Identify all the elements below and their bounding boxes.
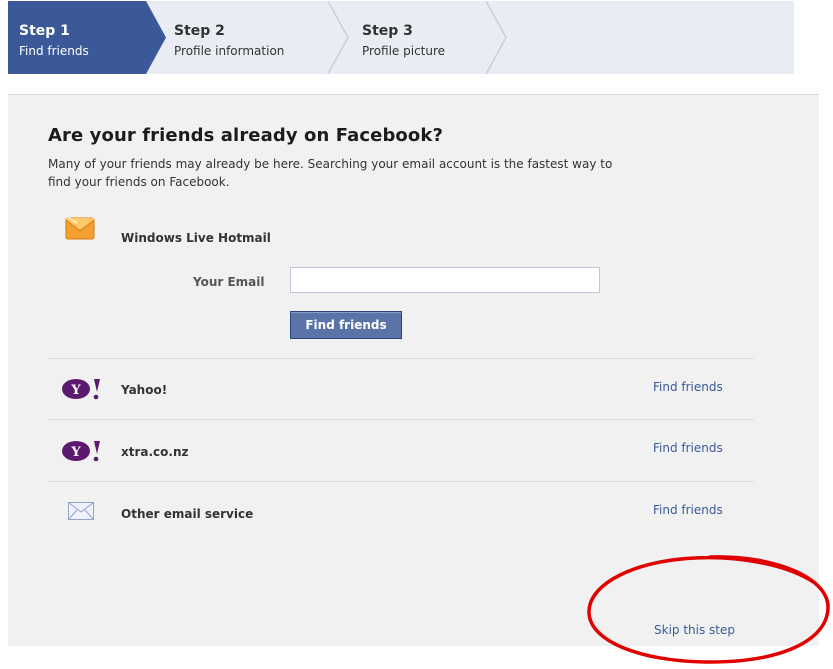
step-2-label: Profile information [174,44,285,58]
other-find-friends-link[interactable]: Find friends [653,503,723,517]
step-3-number: Step 3 [362,23,413,39]
email-label: Your Email [193,275,265,289]
step-1-number: Step 1 [19,23,70,39]
page-title: Are your friends already on Facebook? [48,125,443,146]
step-1-label: Find friends [19,44,89,58]
step-3-label: Profile picture [362,44,446,58]
yahoo-icon: Y [62,379,100,400]
annotation-circle [587,555,830,664]
divider [48,481,754,482]
page-description: Many of your friends may already be here… [48,157,613,189]
other-email-label: Other email service [121,507,254,521]
yahoo-find-friends-link[interactable]: Find friends [653,380,723,394]
email-field[interactable] [290,267,600,293]
xtra-find-friends-link[interactable]: Find friends [653,441,723,455]
step-3-separator [485,1,507,74]
step-2-separator [327,1,349,74]
xtra-label: xtra.co.nz [121,445,189,459]
step-2-number: Step 2 [174,23,225,39]
step-navigation: Step 1 Find friends Step 2 Profile infor… [8,1,794,74]
hotmail-label: Windows Live Hotmail [121,231,271,245]
svg-text:Y: Y [70,383,81,398]
find-friends-button[interactable]: Find friends [290,311,402,339]
svg-text:Y: Y [70,445,81,460]
divider [48,358,754,359]
yahoo-label: Yahoo! [121,383,168,397]
divider [48,419,754,420]
yahoo-icon: Y [62,441,100,462]
envelope-icon [68,502,94,520]
hotmail-envelope-icon [65,216,95,240]
